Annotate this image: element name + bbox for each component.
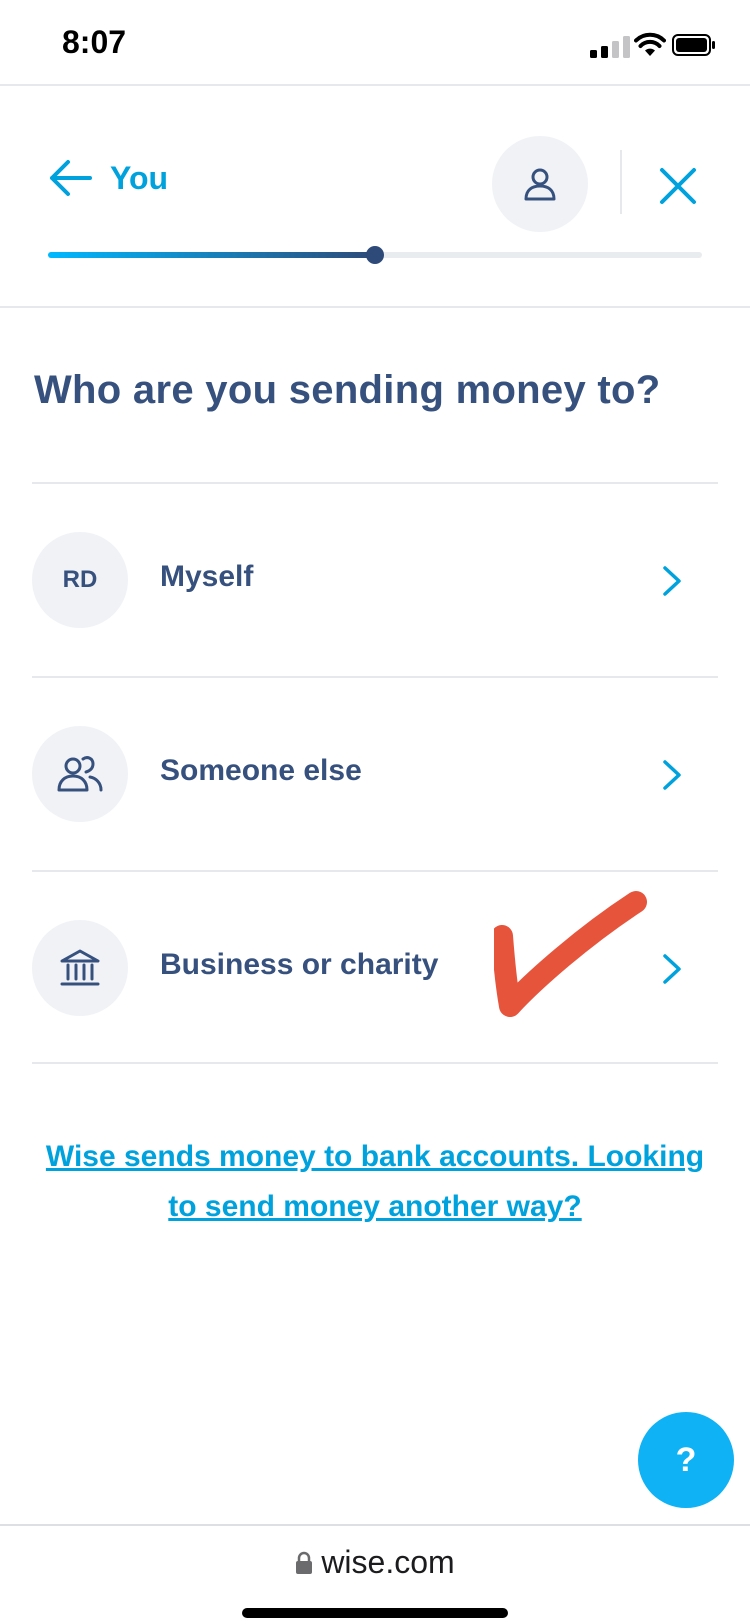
progress-bar (48, 246, 702, 264)
arrow-left-icon (50, 160, 92, 196)
progress-marker (366, 246, 384, 264)
chevron-right-icon (663, 954, 681, 984)
home-indicator (242, 1608, 508, 1618)
battery-icon (672, 34, 715, 56)
lock-icon (296, 1551, 313, 1574)
page: 8:07 You Who are you sending money to? R… (0, 0, 750, 1624)
option-myself[interactable]: RD Myself (32, 482, 718, 676)
profile-button[interactable] (492, 136, 588, 232)
avatar-initials: RD (32, 532, 128, 628)
checkmark-annotation-icon (494, 891, 647, 1017)
wifi-icon (634, 32, 666, 56)
user-icon (524, 168, 556, 201)
chevron-right-icon (663, 760, 681, 790)
browser-url-bar: wise.com (0, 1524, 750, 1624)
bank-avatar (32, 920, 128, 1016)
other-ways-link[interactable]: Wise sends money to bank accounts. Looki… (30, 1132, 720, 1232)
url-text: wise.com (321, 1544, 455, 1580)
url-display[interactable]: wise.com (0, 1544, 750, 1581)
header-divider (620, 150, 622, 214)
people-icon (57, 756, 103, 792)
progress-fill (48, 252, 375, 258)
option-label: Business or charity (160, 948, 439, 981)
close-icon[interactable] (654, 162, 702, 210)
flow-header: You (0, 88, 750, 308)
help-button[interactable]: ? (638, 1412, 734, 1508)
cellular-signal-icon (590, 36, 630, 58)
people-avatar (32, 726, 128, 822)
bank-icon (60, 949, 100, 986)
status-bar: 8:07 (0, 0, 750, 86)
page-title: Who are you sending money to? (34, 368, 661, 412)
back-label: You (110, 159, 169, 196)
option-label: Someone else (160, 754, 362, 787)
status-time: 8:07 (62, 24, 127, 60)
option-label: Myself (160, 560, 254, 593)
option-someone-else[interactable]: Someone else (32, 676, 718, 870)
chevron-right-icon (663, 566, 681, 596)
back-button[interactable]: You (48, 158, 168, 198)
